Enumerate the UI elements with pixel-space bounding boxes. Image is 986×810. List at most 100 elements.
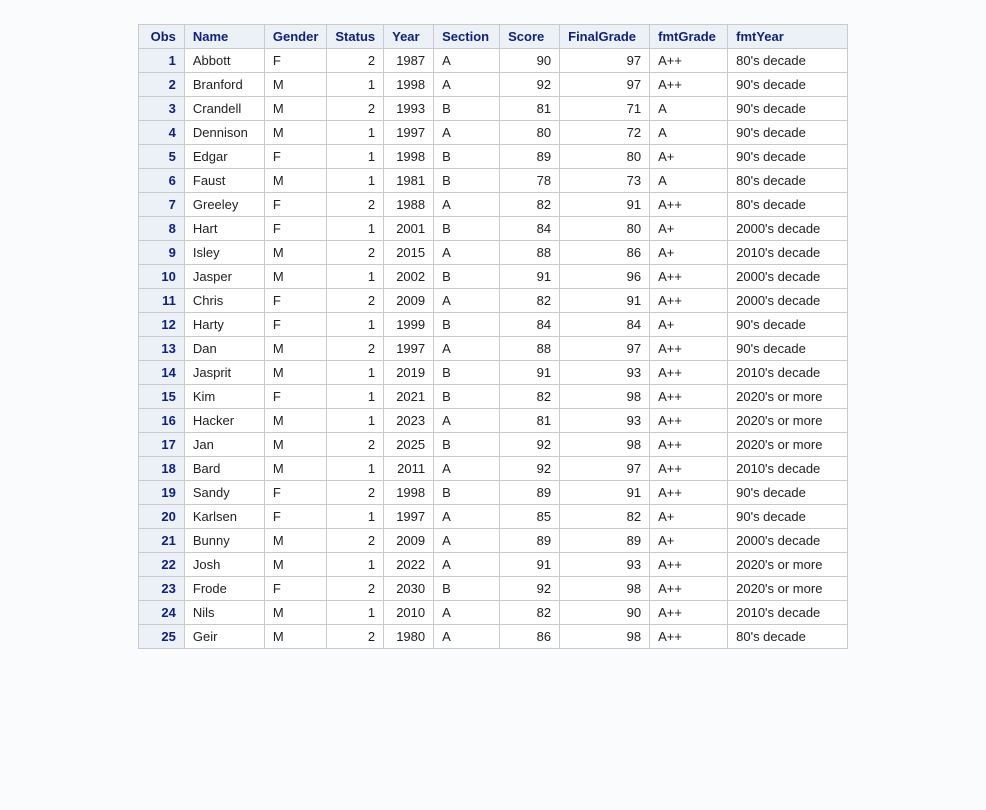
cell-score: 92 (500, 73, 560, 97)
cell-finalgrade: 91 (560, 289, 650, 313)
cell-finalgrade: 97 (560, 337, 650, 361)
cell-section: B (434, 361, 500, 385)
table-row: 13DanM21997A8897A++90's decade (138, 337, 847, 361)
cell-name: Abbott (184, 49, 264, 73)
table-row: 14JaspritM12019B9193A++2010's decade (138, 361, 847, 385)
cell-section: B (434, 433, 500, 457)
cell-fmtgrade: A+ (650, 529, 728, 553)
cell-status: 1 (327, 457, 384, 481)
cell-score: 89 (500, 529, 560, 553)
cell-year: 2021 (384, 385, 434, 409)
cell-gender: M (264, 409, 327, 433)
cell-fmtgrade: A++ (650, 457, 728, 481)
report-output: Obs Name Gender Status Year Section Scor… (0, 0, 986, 673)
cell-section: A (434, 337, 500, 361)
cell-finalgrade: 91 (560, 481, 650, 505)
cell-fmtyear: 80's decade (728, 49, 848, 73)
col-section: Section (434, 25, 500, 49)
cell-gender: M (264, 241, 327, 265)
cell-name: Dennison (184, 121, 264, 145)
table-row: 18BardM12011A9297A++2010's decade (138, 457, 847, 481)
cell-name: Greeley (184, 193, 264, 217)
col-status: Status (327, 25, 384, 49)
cell-section: A (434, 409, 500, 433)
cell-section: A (434, 241, 500, 265)
table-row: 3CrandellM21993B8171A90's decade (138, 97, 847, 121)
cell-section: A (434, 553, 500, 577)
cell-name: Harty (184, 313, 264, 337)
cell-section: A (434, 73, 500, 97)
col-fmtyear: fmtYear (728, 25, 848, 49)
cell-fmtgrade: A++ (650, 385, 728, 409)
cell-obs: 23 (138, 577, 184, 601)
cell-status: 2 (327, 481, 384, 505)
cell-fmtgrade: A+ (650, 217, 728, 241)
cell-fmtyear: 2020's or more (728, 385, 848, 409)
cell-status: 1 (327, 73, 384, 97)
col-year: Year (384, 25, 434, 49)
cell-fmtyear: 90's decade (728, 97, 848, 121)
cell-gender: F (264, 289, 327, 313)
cell-year: 2011 (384, 457, 434, 481)
cell-score: 84 (500, 313, 560, 337)
cell-fmtyear: 2010's decade (728, 601, 848, 625)
cell-fmtgrade: A++ (650, 289, 728, 313)
table-row: 2BranfordM11998A9297A++90's decade (138, 73, 847, 97)
col-fmtgrade: fmtGrade (650, 25, 728, 49)
cell-year: 1987 (384, 49, 434, 73)
cell-finalgrade: 96 (560, 265, 650, 289)
cell-fmtyear: 80's decade (728, 193, 848, 217)
cell-gender: F (264, 577, 327, 601)
table-row: 20KarlsenF11997A8582A+90's decade (138, 505, 847, 529)
cell-finalgrade: 82 (560, 505, 650, 529)
cell-fmtyear: 90's decade (728, 73, 848, 97)
cell-section: A (434, 625, 500, 649)
cell-status: 2 (327, 529, 384, 553)
cell-obs: 10 (138, 265, 184, 289)
cell-score: 82 (500, 193, 560, 217)
cell-status: 1 (327, 145, 384, 169)
cell-score: 92 (500, 433, 560, 457)
cell-status: 1 (327, 361, 384, 385)
cell-gender: F (264, 481, 327, 505)
cell-gender: F (264, 193, 327, 217)
cell-status: 2 (327, 625, 384, 649)
cell-gender: M (264, 265, 327, 289)
cell-section: A (434, 529, 500, 553)
cell-score: 85 (500, 505, 560, 529)
col-name: Name (184, 25, 264, 49)
cell-section: B (434, 481, 500, 505)
cell-year: 1998 (384, 481, 434, 505)
cell-year: 1998 (384, 145, 434, 169)
cell-fmtyear: 90's decade (728, 145, 848, 169)
cell-year: 1998 (384, 73, 434, 97)
table-row: 6FaustM11981B7873A80's decade (138, 169, 847, 193)
cell-section: B (434, 97, 500, 121)
cell-name: Bard (184, 457, 264, 481)
cell-fmtyear: 2020's or more (728, 433, 848, 457)
cell-year: 1997 (384, 121, 434, 145)
cell-obs: 15 (138, 385, 184, 409)
cell-status: 2 (327, 49, 384, 73)
cell-fmtyear: 2000's decade (728, 529, 848, 553)
col-obs: Obs (138, 25, 184, 49)
cell-status: 1 (327, 409, 384, 433)
cell-gender: M (264, 457, 327, 481)
cell-obs: 24 (138, 601, 184, 625)
cell-finalgrade: 80 (560, 145, 650, 169)
cell-section: B (434, 145, 500, 169)
cell-year: 2019 (384, 361, 434, 385)
cell-name: Karlsen (184, 505, 264, 529)
table-row: 19SandyF21998B8991A++90's decade (138, 481, 847, 505)
cell-obs: 14 (138, 361, 184, 385)
cell-fmtgrade: A (650, 97, 728, 121)
cell-name: Isley (184, 241, 264, 265)
cell-finalgrade: 97 (560, 457, 650, 481)
cell-status: 1 (327, 265, 384, 289)
cell-name: Frode (184, 577, 264, 601)
cell-status: 1 (327, 385, 384, 409)
cell-fmtyear: 2020's or more (728, 577, 848, 601)
cell-name: Josh (184, 553, 264, 577)
cell-section: B (434, 313, 500, 337)
cell-gender: M (264, 361, 327, 385)
